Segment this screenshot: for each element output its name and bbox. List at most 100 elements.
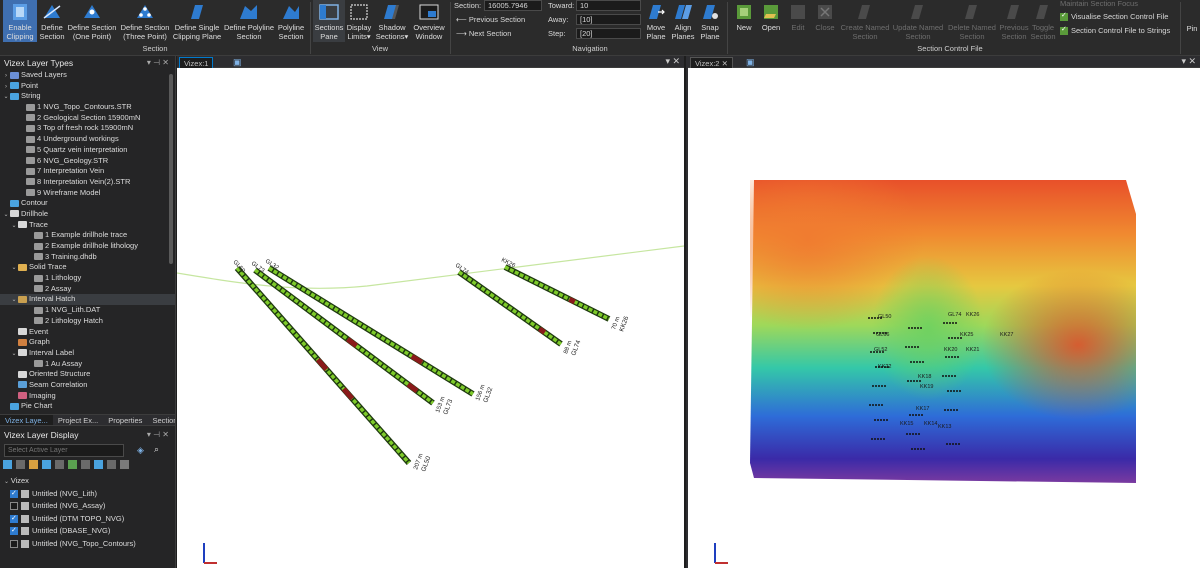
enable-clipping-button[interactable]: Enable Clipping	[3, 0, 37, 42]
sections-pane-button[interactable]: Sections Pane	[313, 0, 345, 42]
away-field[interactable]: [10]	[576, 14, 641, 25]
tree-item[interactable]: 3 Training.dhdb	[0, 252, 175, 263]
tree-item[interactable]: 2 Geological Section 15900mN	[0, 113, 175, 124]
vizex-view-1[interactable]: Vizex:1 ▣ ▾ ✕ GL50 207 m GL50 GL73 153 m GL73…	[177, 56, 684, 568]
toward-field[interactable]: 10	[576, 0, 641, 11]
tree-item[interactable]: 4 Underground workings	[0, 134, 175, 145]
edit-scf-button[interactable]: Edit	[785, 0, 811, 32]
tree-item[interactable]: 3 Top of fresh rock 15900mN	[0, 123, 175, 134]
tree-item[interactable]: ⌄ String	[0, 91, 175, 102]
define-section-one-point-button[interactable]: Define Section (One Point)	[66, 0, 118, 41]
define-section-three-point-button[interactable]: Define Section (Three Point)	[118, 0, 172, 41]
overview-window-button[interactable]: Overview Window	[411, 0, 447, 41]
close-icon[interactable]: ▾ ✕	[665, 56, 680, 67]
polyline-section-button[interactable]: Polyline Section	[276, 0, 306, 41]
next-section-button[interactable]: ⟶ Next Section	[456, 29, 511, 38]
toolbar-icon[interactable]	[3, 460, 12, 469]
move-plane-button[interactable]: Move Plane	[643, 0, 669, 41]
layer-display-item[interactable]: Untitled (NVG_Topo_Contours)	[0, 538, 175, 551]
toolbar-icon[interactable]	[81, 460, 90, 469]
pin-icon[interactable]: ▾ ⊣ ✕	[147, 428, 169, 442]
tree-item[interactable]: 9 Wireframe Model	[0, 188, 175, 199]
toolbar-icon[interactable]	[55, 460, 64, 469]
tree-item[interactable]: Pie Chart	[0, 401, 175, 412]
layer-display-item[interactable]: Untitled (NVG_Lith)	[0, 488, 175, 500]
close-scf-button[interactable]: Close	[811, 0, 839, 32]
tree-item[interactable]: Event	[0, 327, 175, 338]
tree-item[interactable]: 2 Lithology Hatch	[0, 316, 175, 327]
tree-item[interactable]: › Saved Layers	[0, 70, 175, 81]
toolbar-icon[interactable]	[94, 460, 103, 469]
tab-vizex-1[interactable]: Vizex:1	[179, 57, 214, 68]
tree-item[interactable]: Graph	[0, 337, 175, 348]
tree-item[interactable]: ⌄ Interval Hatch	[0, 294, 175, 306]
tree-item[interactable]: 1 Example drillhole trace	[0, 230, 175, 241]
tree-item[interactable]: 8 Interpretation Vein(2).STR	[0, 177, 175, 188]
toggle-section-button[interactable]: Toggle Section	[1029, 0, 1057, 41]
search-icon[interactable]: ⌕	[154, 444, 159, 455]
tab-project-explorer[interactable]: Project Ex...	[53, 415, 103, 425]
tree-item[interactable]: 5 Quartz vein interpretation	[0, 145, 175, 156]
layer-display-item[interactable]: Untitled (NVG_Assay)	[0, 500, 175, 513]
open-scf-button[interactable]: Open	[757, 0, 785, 32]
pin-button[interactable]: Pin	[1184, 0, 1200, 33]
toolbar-icon[interactable]	[29, 460, 38, 469]
pin-icon[interactable]: ▾ ⊣ ✕	[147, 56, 169, 70]
tree-item[interactable]: ⌄ Drillhole	[0, 209, 175, 220]
layer-checkbox[interactable]	[10, 502, 18, 511]
tab-vizex-2[interactable]: Vizex:2 ✕	[690, 57, 733, 68]
step-field[interactable]: [20]	[576, 28, 641, 39]
tree-item[interactable]: › Point	[0, 81, 175, 92]
align-planes-button[interactable]: Align Planes	[670, 0, 696, 41]
toolbar-icon[interactable]	[120, 460, 129, 469]
tree-item[interactable]: 2 Assay	[0, 284, 175, 295]
visualise-scf-button[interactable]: Visualise Section Control File	[1060, 11, 1168, 22]
toolbar-icon[interactable]	[107, 460, 116, 469]
tree-item[interactable]: 7 Interpretation Vein	[0, 166, 175, 177]
close-icon[interactable]: ✕	[722, 59, 728, 68]
layer-display-item[interactable]: Untitled (DBASE_NVG)	[0, 525, 175, 538]
active-layer-select[interactable]	[4, 444, 124, 457]
layer-checkbox[interactable]	[10, 513, 18, 525]
tree-item[interactable]: 1 Au Assay	[0, 359, 175, 370]
section-value-field[interactable]: 16005.7946	[484, 0, 542, 11]
tree-item[interactable]: ⌄ Solid Trace	[0, 262, 175, 273]
scf-to-strings-button[interactable]: Section Control File to Strings	[1060, 25, 1170, 36]
tree-item[interactable]: ⌄ Trace	[0, 220, 175, 231]
toolbar-icon[interactable]	[42, 460, 51, 469]
vizex-view-2[interactable]: Vizex:2 ✕ ▣ ▾ ✕ GL50 GL74 KK26 KK25 KK27…	[686, 56, 1200, 568]
layer-checkbox[interactable]	[10, 525, 18, 538]
new-tab-icon[interactable]: ▣	[746, 57, 755, 68]
tree-item[interactable]: 2 Example drillhole lithology	[0, 241, 175, 252]
tree-item[interactable]: ⌄ Interval Label	[0, 348, 175, 359]
tab-properties[interactable]: Properties	[103, 415, 147, 425]
tree-scrollbar[interactable]	[169, 74, 173, 264]
tree-item[interactable]: 1 Lithology	[0, 273, 175, 284]
tab-sections[interactable]: Sections	[147, 415, 175, 425]
define-section-button[interactable]: Define Section	[38, 0, 66, 41]
tree-item[interactable]: 1 NVG_Topo_Contours.STR	[0, 102, 175, 113]
tree-item[interactable]: Imaging	[0, 391, 175, 402]
tree-item[interactable]: Seam Correlation	[0, 380, 175, 391]
shadow-sections-button[interactable]: Shadow Sections▾	[373, 0, 411, 41]
delete-named-section-button[interactable]: Delete Named Section	[945, 0, 999, 41]
define-polyline-section-button[interactable]: Define Polyline Section	[222, 0, 276, 41]
tree-item[interactable]: Oriented Structure	[0, 369, 175, 380]
update-named-section-button[interactable]: Update Named Section	[891, 0, 945, 41]
new-tab-icon[interactable]: ▣	[233, 57, 242, 68]
close-icon[interactable]: ▾ ✕	[1181, 56, 1196, 67]
toolbar-icon[interactable]	[16, 460, 25, 469]
create-named-section-button[interactable]: Create Named Section	[839, 0, 891, 41]
display-limits-button[interactable]: Display Limits▾	[345, 0, 373, 41]
layer-checkbox[interactable]	[10, 539, 18, 548]
new-scf-button[interactable]: New	[731, 0, 757, 32]
tree-item[interactable]: Contour	[0, 198, 175, 209]
vizex-root[interactable]: ⌄ Vizex	[0, 475, 175, 488]
previous-named-section-button[interactable]: Previous Section	[999, 0, 1029, 41]
layer-icon[interactable]: ◈	[137, 445, 144, 456]
refresh-icon[interactable]	[68, 460, 77, 469]
tab-vizex-layers[interactable]: Vizex Laye...	[0, 415, 53, 425]
maintain-section-focus-checkbox[interactable]: Maintain Section Focus	[1060, 0, 1138, 8]
tree-item[interactable]: 6 NVG_Geology.STR	[0, 156, 175, 167]
previous-section-button[interactable]: ⟵ Previous Section	[456, 15, 525, 24]
